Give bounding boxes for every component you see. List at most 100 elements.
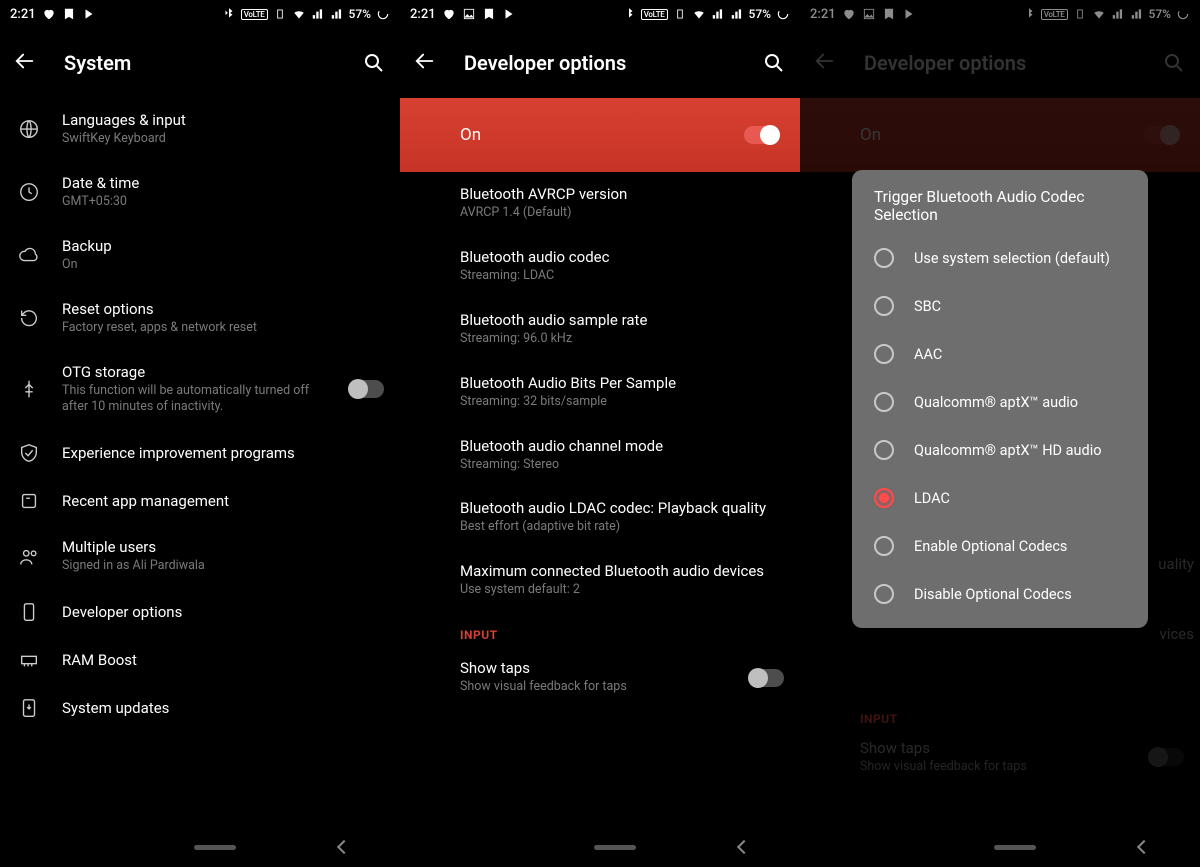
signal-icon bbox=[711, 7, 725, 21]
item-ramboost[interactable]: RAM Boost bbox=[0, 636, 400, 684]
triangle-icon bbox=[82, 7, 96, 21]
nav-bar bbox=[800, 827, 1200, 867]
sub: Show visual feedback for taps bbox=[460, 679, 728, 696]
item-sysupdates[interactable]: System updates bbox=[0, 684, 400, 732]
sub: Signed in as Ali Pardiwala bbox=[62, 558, 384, 575]
radio-icon bbox=[874, 440, 894, 460]
label: System updates bbox=[62, 699, 384, 717]
dialog-option-label: Enable Optional Codecs bbox=[914, 538, 1067, 555]
status-time: 2:21 bbox=[410, 7, 436, 22]
label: Bluetooth audio LDAC codec: Playback qua… bbox=[460, 499, 784, 517]
item-backup[interactable]: Backup On bbox=[0, 224, 400, 287]
nav-home[interactable] bbox=[994, 845, 1036, 850]
users-icon bbox=[18, 546, 40, 568]
clock-icon bbox=[18, 181, 40, 203]
page-title: Developer options bbox=[464, 51, 734, 75]
item-reset[interactable]: Reset optionsFactory reset, apps & netwo… bbox=[0, 287, 400, 350]
label: Date & time bbox=[62, 174, 384, 192]
label: Backup bbox=[62, 237, 384, 255]
item-bt-channel[interactable]: Bluetooth audio channel modeStreaming: S… bbox=[400, 424, 800, 487]
item-experience[interactable]: Experience improvement programs bbox=[0, 429, 400, 477]
app-bar: Developer options bbox=[400, 28, 800, 98]
signal2-icon bbox=[330, 7, 344, 21]
sub: This function will be automatically turn… bbox=[62, 383, 328, 417]
nav-home[interactable] bbox=[194, 845, 236, 850]
usb-icon bbox=[18, 378, 40, 400]
status-battery: 57% bbox=[349, 7, 371, 21]
dialog-option[interactable]: Use system selection (default) bbox=[852, 234, 1148, 282]
label: Experience improvement programs bbox=[62, 444, 384, 462]
dialog-option-label: AAC bbox=[914, 346, 942, 363]
search-icon[interactable] bbox=[362, 51, 386, 75]
search-icon[interactable] bbox=[762, 51, 786, 75]
sub: Streaming: LDAC bbox=[460, 268, 784, 285]
radio-icon bbox=[874, 296, 894, 316]
label: Bluetooth audio sample rate bbox=[460, 311, 784, 329]
dialog-option-label: Disable Optional Codecs bbox=[914, 586, 1072, 603]
item-languages[interactable]: Languages & inputSwiftKey Keyboard bbox=[0, 98, 400, 161]
item-bt-codec[interactable]: Bluetooth audio codec Streaming: LDAC bbox=[400, 235, 800, 298]
back-icon[interactable] bbox=[414, 50, 436, 76]
item-bt-ldac[interactable]: Bluetooth audio LDAC codec: Playback qua… bbox=[400, 486, 800, 549]
item-datetime[interactable]: Date & time GMT+05:30 bbox=[0, 161, 400, 224]
sub: Streaming: 32 bits/sample bbox=[460, 394, 784, 411]
wifi-icon bbox=[292, 7, 306, 21]
phone-dialog: 2:21 VoLTE 57% Developer options On bbox=[800, 0, 1200, 867]
item-bt-bits[interactable]: Bluetooth Audio Bits Per SampleStreaming… bbox=[400, 361, 800, 424]
label: Bluetooth audio channel mode bbox=[460, 437, 784, 455]
image-icon bbox=[462, 7, 476, 21]
back-icon[interactable] bbox=[14, 50, 36, 76]
radio-icon bbox=[874, 392, 894, 412]
sub: Best effort (adaptive bit rate) bbox=[460, 519, 784, 536]
phone-system: 2:21 VoLTE 57% System Languages & inputS… bbox=[0, 0, 400, 867]
radio-icon bbox=[874, 584, 894, 604]
dialog-option-label: Qualcomm® aptX™ HD audio bbox=[914, 442, 1102, 459]
recent-icon bbox=[18, 490, 40, 512]
dialog-option[interactable]: Qualcomm® aptX™ audio bbox=[852, 378, 1148, 426]
otg-toggle[interactable] bbox=[350, 380, 384, 398]
dialog-option[interactable]: AAC bbox=[852, 330, 1148, 378]
devoptions-list: Bluetooth AVRCP versionAVRCP 1.4 (Defaul… bbox=[400, 172, 800, 719]
item-multiuser[interactable]: Multiple users Signed in as Ali Pardiwala bbox=[0, 525, 400, 588]
master-toggle[interactable] bbox=[744, 126, 778, 144]
item-devoptions[interactable]: Developer options bbox=[0, 588, 400, 636]
label: Bluetooth audio codec bbox=[460, 248, 784, 266]
sub: On bbox=[62, 257, 384, 274]
item-otg[interactable]: OTG storageThis function will be automat… bbox=[0, 350, 400, 430]
phone-icon bbox=[18, 601, 40, 623]
sub: GMT+05:30 bbox=[62, 194, 384, 211]
showtaps-toggle[interactable] bbox=[750, 669, 784, 687]
sub: Factory reset, apps & network reset bbox=[62, 320, 384, 337]
ram-icon bbox=[18, 649, 40, 671]
circle-icon bbox=[776, 7, 790, 21]
nav-home[interactable] bbox=[594, 845, 636, 850]
section-input: INPUT bbox=[400, 612, 800, 646]
app-bar: System bbox=[0, 28, 400, 98]
label: Show taps bbox=[460, 659, 728, 677]
nav-back[interactable] bbox=[737, 840, 751, 854]
item-recent-apps[interactable]: Recent app management bbox=[0, 477, 400, 525]
dialog-option[interactable]: Qualcomm® aptX™ HD audio bbox=[852, 426, 1148, 474]
status-bar: 2:21 VoLTE 57% bbox=[400, 0, 800, 28]
bookmark-icon bbox=[62, 7, 76, 21]
radio-icon bbox=[874, 488, 894, 508]
label: RAM Boost bbox=[62, 651, 384, 669]
signal2-icon bbox=[730, 7, 744, 21]
label: Multiple users bbox=[62, 538, 384, 556]
nav-back[interactable] bbox=[337, 840, 351, 854]
dialog-option[interactable]: SBC bbox=[852, 282, 1148, 330]
dialog-option[interactable]: Disable Optional Codecs bbox=[852, 570, 1148, 618]
item-bt-samplerate[interactable]: Bluetooth audio sample rateStreaming: 96… bbox=[400, 298, 800, 361]
item-bt-max[interactable]: Maximum connected Bluetooth audio device… bbox=[400, 549, 800, 612]
nav-bar bbox=[400, 827, 800, 867]
item-avrcp[interactable]: Bluetooth AVRCP versionAVRCP 1.4 (Defaul… bbox=[400, 172, 800, 235]
nav-back[interactable] bbox=[1137, 840, 1151, 854]
circle-icon bbox=[376, 7, 390, 21]
heart-icon bbox=[42, 7, 56, 21]
reset-icon bbox=[18, 307, 40, 329]
item-showtaps[interactable]: Show taps Show visual feedback for taps bbox=[400, 646, 800, 709]
signal-icon bbox=[311, 7, 325, 21]
dialog-option[interactable]: Enable Optional Codecs bbox=[852, 522, 1148, 570]
master-switch-label: On bbox=[460, 125, 481, 145]
dialog-option[interactable]: LDAC bbox=[852, 474, 1148, 522]
